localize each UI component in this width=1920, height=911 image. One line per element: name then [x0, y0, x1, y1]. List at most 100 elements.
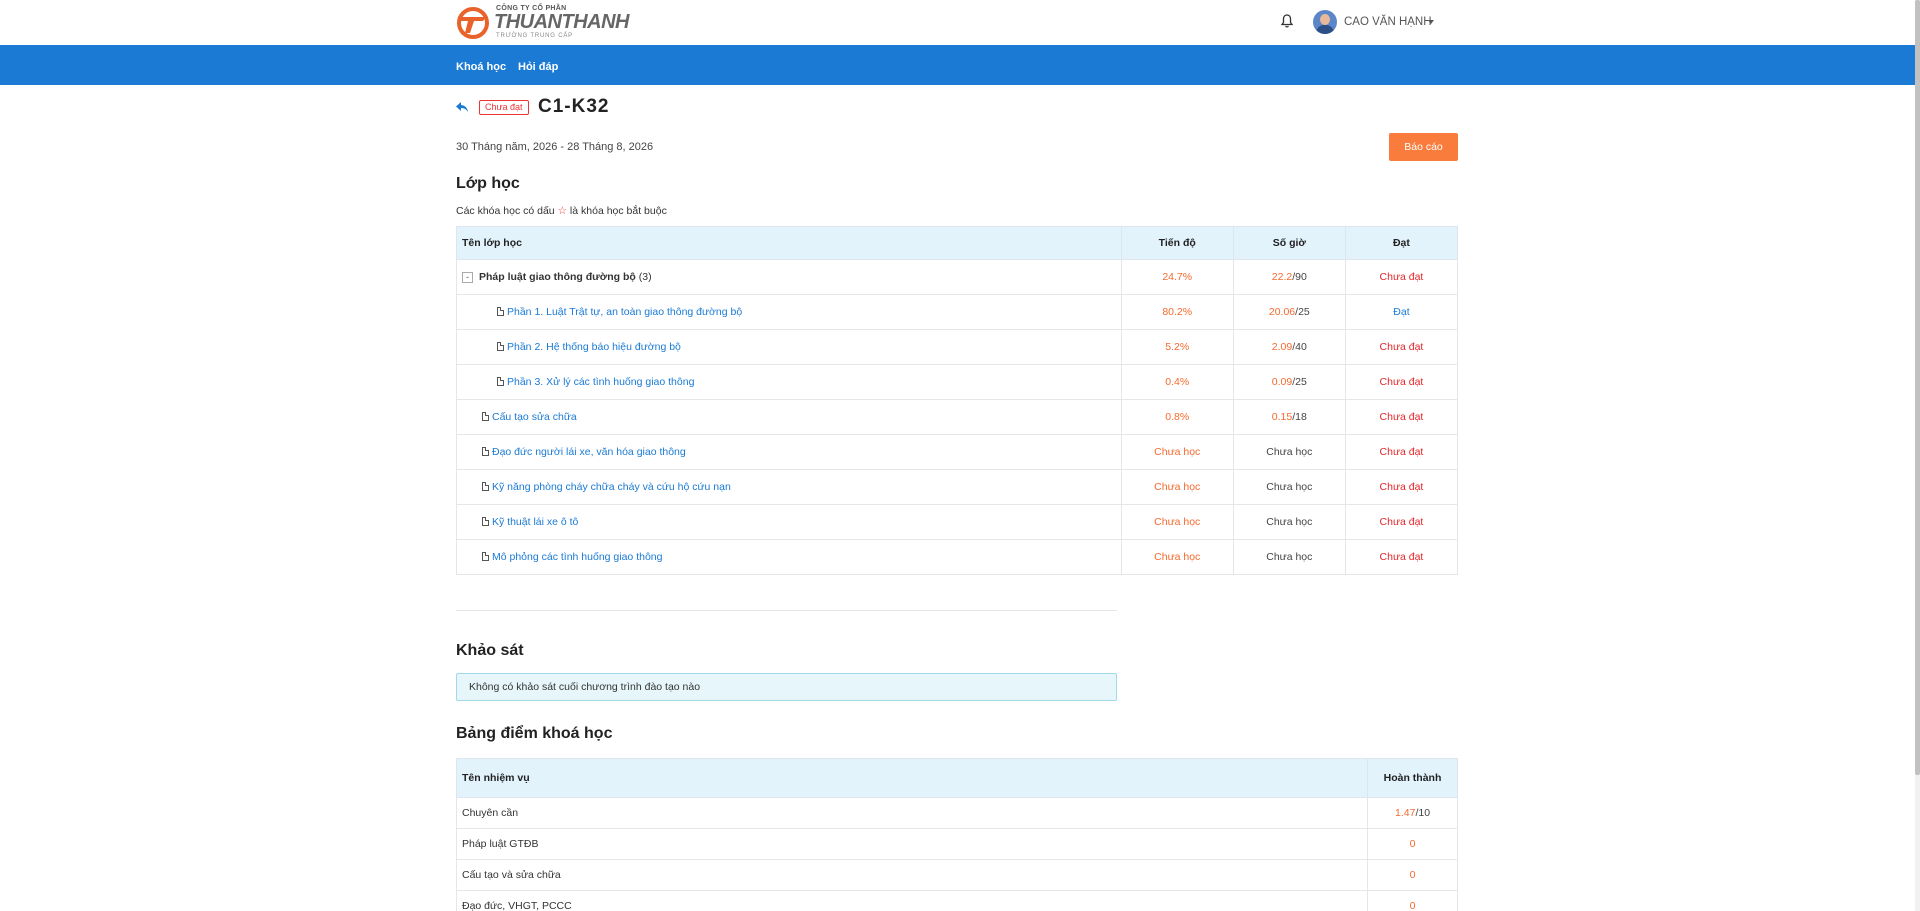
page-title: C1-K32 [538, 96, 610, 117]
column-header-done: Hoàn thành [1367, 758, 1458, 798]
class-link[interactable]: Mô phỏng các tình huống giao thông [492, 551, 662, 563]
main-nav: Khoá học Hỏi đáp [0, 45, 1915, 85]
score-value: 0 [1367, 859, 1458, 891]
class-name-cell: Phần 2. Hệ thống báo hiệu đường bộ [456, 329, 1122, 365]
hours-cell: Chưa học [1232, 469, 1346, 505]
top-bar: CÔNG TY CỔ PHẦN THUANTHANH TRƯỜNG TRUNG … [0, 0, 1915, 45]
logo-mark-icon [457, 7, 489, 39]
classes-section-title: Lớp học [456, 175, 520, 192]
table-row: Phần 1. Luật Trật tự, an toàn giao thông… [456, 294, 1459, 330]
class-name-cell: Đạo đức người lái xe, văn hóa giao thông [456, 434, 1122, 470]
report-button[interactable]: Báo cáo [1389, 133, 1458, 161]
class-link[interactable]: Phần 1. Luật Trật tự, an toàn giao thông… [507, 306, 742, 318]
progress-cell: Chưa học [1120, 504, 1234, 540]
avatar[interactable] [1313, 10, 1337, 34]
pass-cell: Chưa đạt [1344, 434, 1459, 470]
hours-cell: 0.15/18 [1232, 399, 1346, 435]
task-name: Đạo đức, VHGT, PCCC [455, 890, 1369, 911]
group-name-cell: - Pháp luật giao thông đường bộ (3) [456, 259, 1122, 295]
table-row: Đạo đức, VHGT, PCCC 0 [455, 890, 1458, 911]
column-header-task: Tên nhiệm vụ [455, 758, 1369, 798]
chevron-down-icon[interactable] [1428, 20, 1434, 24]
survey-section-title: Khảo sát [456, 642, 524, 659]
group-name: Pháp luật giao thông đường bộ [479, 271, 636, 283]
star-icon: ☆ [557, 205, 567, 217]
user-menu-name[interactable]: CAO VĂN HẠNH [1344, 16, 1432, 28]
survey-info-alert: Không có khảo sát cuối chương trình đào … [456, 673, 1117, 701]
back-arrow-icon[interactable] [455, 101, 469, 113]
hours-done: 0.09 [1271, 376, 1293, 388]
status-badge: Chưa đạt [479, 100, 529, 115]
class-name-cell: Mô phỏng các tình huống giao thông [456, 539, 1122, 575]
class-link[interactable]: Phần 2. Hệ thống báo hiệu đường bộ [507, 341, 681, 353]
column-header-pass: Đạt [1344, 226, 1459, 260]
hours-total: /25 [1292, 376, 1307, 388]
scrollbar-thumb[interactable] [1915, 0, 1920, 775]
hours-total: /25 [1295, 306, 1310, 318]
table-row: Cấu tạo và sửa chữa 0 [455, 859, 1458, 891]
mandatory-note: Các khóa học có dấu ☆ là khóa học bắt bu… [456, 205, 667, 217]
pass-cell: Chưa đạt [1344, 329, 1459, 365]
hours-done: 20.06 [1268, 306, 1296, 318]
table-row: Kỹ thuật lái xe ô tô Chưa học Chưa học C… [456, 504, 1459, 540]
logo-sub-text: TRƯỜNG TRUNG CẤP [496, 33, 573, 39]
score-value: 0 [1367, 890, 1458, 911]
bell-icon[interactable] [1279, 13, 1295, 29]
class-name-cell: Kỹ thuật lái xe ô tô [456, 504, 1122, 540]
collapse-toggle[interactable]: - [462, 271, 473, 283]
class-name-cell: Phần 1. Luật Trật tự, an toàn giao thông… [456, 294, 1122, 330]
pass-cell: Chưa đạt [1344, 259, 1459, 295]
pass-cell: Chưa đạt [1344, 504, 1459, 540]
table-row: Phần 3. Xử lý các tình huống giao thông … [456, 364, 1459, 400]
document-icon [482, 447, 489, 456]
column-header-hours: Số giờ [1232, 226, 1346, 260]
score-value: 0 [1367, 828, 1458, 860]
hours-done: 0.15 [1271, 411, 1293, 423]
table-header-row: Tên lớp học Tiến độ Số giờ Đạt [456, 226, 1459, 260]
progress-cell: 24.7% [1120, 259, 1234, 295]
hours-total: /18 [1292, 411, 1307, 423]
class-link[interactable]: Phần 3. Xử lý các tình huống giao thông [507, 376, 694, 388]
class-link[interactable]: Đạo đức người lái xe, văn hóa giao thông [492, 446, 686, 458]
hours-total: /90 [1292, 271, 1307, 283]
class-name-cell: Phần 3. Xử lý các tình huống giao thông [456, 364, 1122, 400]
progress-cell: Chưa học [1120, 539, 1234, 575]
table-row: Mô phỏng các tình huống giao thông Chưa … [456, 539, 1459, 575]
course-date-range: 30 Tháng năm, 2026 - 28 Tháng 8, 2026 [456, 141, 654, 153]
class-link[interactable]: Kỹ thuật lái xe ô tô [492, 516, 578, 528]
score-total: /10 [1415, 807, 1431, 819]
document-icon [497, 377, 504, 386]
score-value: 1.47 [1395, 807, 1416, 819]
class-link[interactable]: Kỹ năng phòng cháy chữa cháy và cứu hộ c… [492, 481, 731, 493]
progress-cell: Chưa học [1120, 469, 1234, 505]
progress-cell: 0.8% [1120, 399, 1234, 435]
hours-done: 22.2 [1271, 271, 1293, 283]
page-scrollbar[interactable] [1915, 0, 1920, 911]
nav-item-qa[interactable]: Hỏi đáp [518, 61, 558, 73]
note-text-before: Các khóa học có dấu [456, 205, 555, 217]
table-row-group: - Pháp luật giao thông đường bộ (3) 24.7%… [456, 259, 1459, 295]
document-icon [482, 482, 489, 491]
hours-cell: 2.09/40 [1232, 329, 1346, 365]
task-name: Cấu tạo và sửa chữa [455, 859, 1369, 891]
hours-cell: 20.06/25 [1232, 294, 1346, 330]
score-cell: 1.47/10 [1367, 797, 1458, 829]
table-row: Chuyên cần 1.47/10 [455, 797, 1458, 829]
hours-cell: 0.09/25 [1232, 364, 1346, 400]
class-link[interactable]: Cấu tạo sửa chữa [492, 411, 577, 423]
pass-cell: Chưa đạt [1344, 399, 1459, 435]
scores-table: Tên nhiệm vụ Hoàn thành Chuyên cần 1.47/… [455, 758, 1458, 911]
table-row: Cấu tạo sửa chữa 0.8% 0.15/18 Chưa đạt [456, 399, 1459, 435]
hours-total: /40 [1292, 341, 1307, 353]
table-row: Kỹ năng phòng cháy chữa cháy và cứu hộ c… [456, 469, 1459, 505]
column-header-progress: Tiến độ [1120, 226, 1234, 260]
table-row: Pháp luật GTĐB 0 [455, 828, 1458, 860]
progress-cell: 80.2% [1120, 294, 1234, 330]
nav-item-courses[interactable]: Khoá học [456, 61, 506, 73]
pass-cell: Chưa đạt [1344, 364, 1459, 400]
table-row: Phần 2. Hệ thống báo hiệu đường bộ 5.2% … [456, 329, 1459, 365]
hours-cell: Chưa học [1232, 539, 1346, 575]
progress-cell: Chưa học [1120, 434, 1234, 470]
company-logo[interactable]: CÔNG TY CỔ PHẦN THUANTHANH TRƯỜNG TRUNG … [456, 5, 629, 41]
progress-cell: 0.4% [1120, 364, 1234, 400]
